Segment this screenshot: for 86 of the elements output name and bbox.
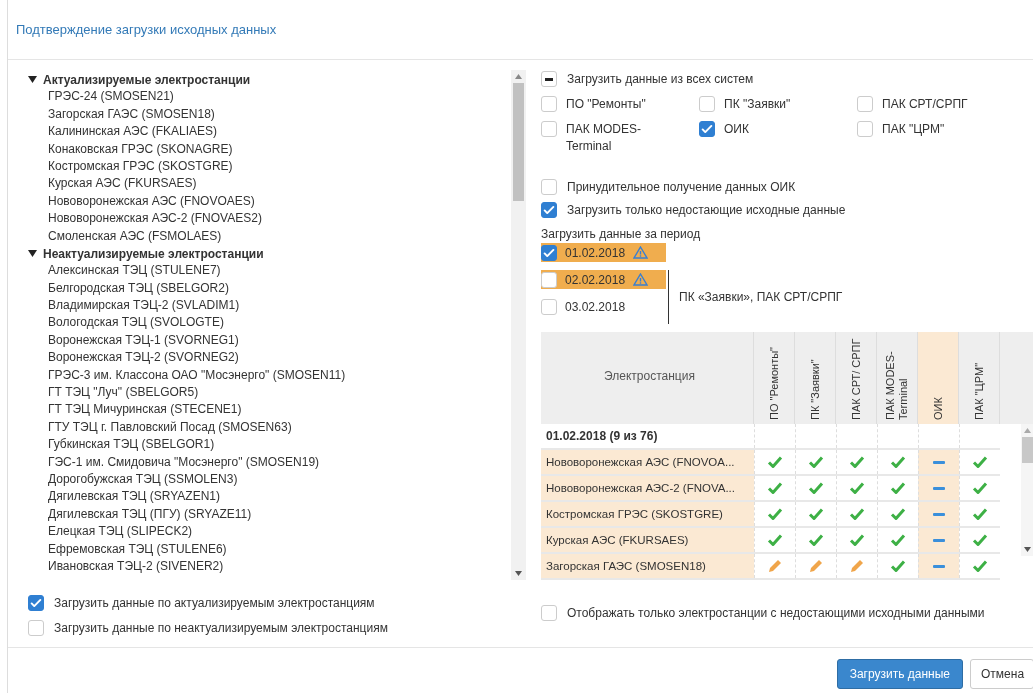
checkbox-label: ПАК MODES-Terminal xyxy=(566,121,642,155)
group-title: 01.02.2018 (9 из 76) xyxy=(545,428,659,445)
checkbox-label: ПАК "ЦРМ" xyxy=(882,121,945,138)
date-checkbox[interactable] xyxy=(541,271,557,288)
checkbox-label: Загрузить данные по неактуализируемым электростанциям xyxy=(54,620,388,635)
note-text: ПК «Заявки», ПАК СРТ/СРПГ xyxy=(679,290,843,304)
tree-item[interactable]: Воронежская ТЭЦ-1 (SVORNEG1) xyxy=(28,331,511,350)
station-cell: Курская АЭС (FKURSAES) xyxy=(541,528,754,552)
tree-item[interactable]: ГТУ ТЭЦ г. Павловский Посад (SMOSEN63) xyxy=(28,418,511,437)
column-header: Электростанция xyxy=(541,332,754,424)
checkbox[interactable] xyxy=(699,121,715,137)
column-header: ПАК "ЦРМ" xyxy=(959,332,1000,424)
checkbox-label: Принудительное получение данных ОИК xyxy=(567,179,796,194)
checkbox-label: Загрузить только недостающие исходные данные xyxy=(567,202,846,217)
checkbox-label: ПК "Заявки" xyxy=(724,96,791,113)
checkbox[interactable] xyxy=(541,178,557,195)
scrollbar-thumb[interactable] xyxy=(1022,437,1033,463)
station-cell: Загорская ГАЭС (SMOSEN18) xyxy=(541,554,754,578)
scroll-down-icon[interactable] xyxy=(1024,547,1031,552)
tree-item[interactable]: Воронежская ТЭЦ-2 (SVORNEG2) xyxy=(28,349,511,367)
scrollbar[interactable] xyxy=(1021,424,1033,556)
period-label: Загрузить данные за период xyxy=(541,226,702,243)
station-cell: Нововоронежская АЭС-2 (FNOVA... xyxy=(541,476,754,500)
scrollbar[interactable] xyxy=(511,70,526,580)
scroll-up-icon[interactable] xyxy=(515,74,522,79)
tree-item[interactable]: Владимирская ТЭЦ-2 (SVLADIM1) xyxy=(28,297,511,315)
checkbox-label: Загрузить данные из всех систем xyxy=(567,72,754,86)
date-label: 02.02.2018 xyxy=(565,272,626,287)
tree-group-label[interactable]: Неактуализируемые электростанции xyxy=(43,246,264,261)
column-header: ПО "Ремонты" xyxy=(754,332,795,424)
checkbox-label: ПО "Ремонты" xyxy=(566,96,646,113)
tree-item[interactable]: Загорская ГАЭС (SMOSEN18) xyxy=(28,105,511,124)
column-header: ПАК СРТ/ СРПГ xyxy=(836,332,877,424)
tree-item[interactable]: Дягилевская ТЭЦ (ПГУ) (SRYAZE11) xyxy=(28,505,511,524)
tree-item[interactable]: Алексинская ТЭЦ (STULENE7) xyxy=(28,262,511,280)
checkbox[interactable] xyxy=(857,121,873,137)
tree-item[interactable]: Курская АЭС (FKURSAES) xyxy=(28,175,511,193)
checkbox[interactable] xyxy=(541,71,557,87)
tree-item[interactable]: Дягилевская ТЭЦ (SRYAZEN1) xyxy=(28,488,511,506)
checkbox[interactable] xyxy=(541,121,557,137)
date-checkbox[interactable] xyxy=(541,298,557,315)
checkbox-label: ОИК xyxy=(724,121,749,138)
tree-item[interactable]: Ивановская ТЭЦ-2 (SIVENER2) xyxy=(28,557,511,576)
tree-item[interactable]: Губкинская ТЭЦ (SBELGOR1) xyxy=(28,436,511,454)
tree-item[interactable]: Костромская ГРЭС (SKOSTGRE) xyxy=(28,157,511,176)
column-header: ПК "Заявки" xyxy=(795,332,836,424)
expand-caret-icon[interactable] xyxy=(28,76,37,84)
tree-item[interactable]: Конаковская ГРЭС (SKONAGRE) xyxy=(28,140,511,158)
tree-item[interactable]: ГТ ТЭЦ Мичуринская (STECENE1) xyxy=(28,401,511,419)
date-label: 03.02.2018 xyxy=(565,299,626,314)
checkbox[interactable] xyxy=(28,594,44,611)
checkbox-label: ПАК СРТ/СРПГ xyxy=(882,96,968,113)
tree-item[interactable]: Вологодская ТЭЦ (SVOLOGTE) xyxy=(28,314,511,332)
tree-item[interactable]: Смоленская АЭС (FSMOLAES) xyxy=(28,227,511,245)
checkbox-label: Загрузить данные по актуализируемым электростанциям xyxy=(54,595,375,610)
checkbox-label: Отображать только электростанции с недостающими исходными данными xyxy=(567,605,985,620)
tree-item[interactable]: Елецкая ТЭЦ (SLIPECK2) xyxy=(28,523,511,541)
cancel-button[interactable]: Отмена xyxy=(970,658,1033,689)
date-checkbox[interactable] xyxy=(541,244,557,261)
column-header: ОИК xyxy=(918,332,959,424)
tree-item[interactable]: ГРЭС-24 (SMOSEN21) xyxy=(28,88,511,106)
tree-item[interactable]: ГРЭС-3 им. Классона ОАО "Мосэнерго" (SMOSEN11) xyxy=(28,366,511,385)
expand-caret-icon[interactable] xyxy=(28,250,37,258)
scroll-up-icon[interactable] xyxy=(1024,428,1031,433)
tree-item[interactable]: Нововоронежская АЭС (FNOVOAES) xyxy=(28,192,511,211)
date-label: 01.02.2018 xyxy=(565,245,626,260)
tree-item[interactable]: Дорогобужская ТЭЦ (SSMOLEN3) xyxy=(28,471,511,489)
checkbox[interactable] xyxy=(541,201,557,218)
tree-group-label[interactable]: Актуализируемые электростанции xyxy=(43,72,251,87)
checkbox[interactable] xyxy=(541,604,557,621)
tree-item[interactable]: ГТ ТЭЦ "Луч" (SBELGOR5) xyxy=(28,384,511,402)
tree-item[interactable]: Калининская АЭС (FKALIAES) xyxy=(28,123,511,141)
dialog-title: Подтверждение загрузки исходных данных xyxy=(16,22,277,37)
checkbox[interactable] xyxy=(28,619,44,636)
tree-item[interactable]: Нововоронежская АЭС-2 (FNOVAES2) xyxy=(28,210,511,228)
station-cell: Костромская ГРЭС (SKOSTGRE) xyxy=(541,502,754,526)
checkbox[interactable] xyxy=(541,96,557,112)
station-cell: Нововоронежская АЭС (FNOVOA... xyxy=(541,450,754,474)
tree-item[interactable]: Ефремовская ТЭЦ (STULENE6) xyxy=(28,540,511,558)
load-button[interactable]: Загрузить данные xyxy=(836,658,963,689)
tree-item[interactable]: ГЭС-1 им. Смидовича "Мосэнерго" (SMOSEN19) xyxy=(28,453,511,471)
checkbox[interactable] xyxy=(699,96,715,112)
scrollbar-thumb[interactable] xyxy=(513,83,524,201)
tree-item[interactable]: Белгородская ТЭЦ (SBELGOR2) xyxy=(28,279,511,298)
checkbox[interactable] xyxy=(857,96,873,112)
scroll-down-icon[interactable] xyxy=(515,571,522,576)
